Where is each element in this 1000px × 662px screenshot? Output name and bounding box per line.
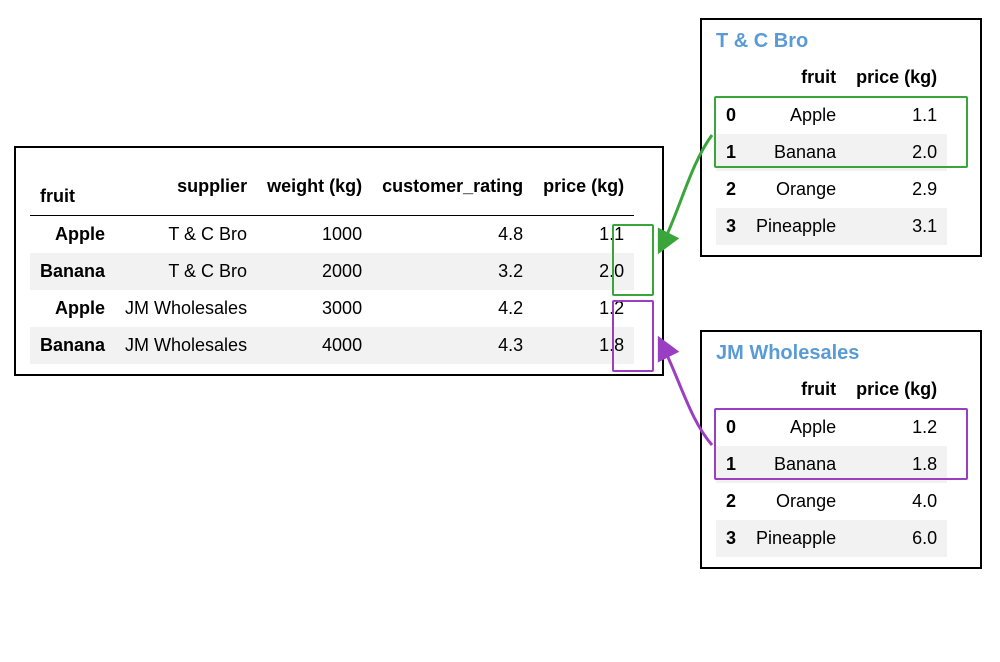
cell-price: 1.8 [846,446,947,483]
cell-fruit: Banana [746,446,846,483]
table-row: 3 Pineapple 6.0 [716,520,947,557]
main-table: fruit supplier weight (kg) customer_rati… [30,158,634,364]
main-table-panel: fruit supplier weight (kg) customer_rati… [14,146,664,376]
cell-weight: 4000 [257,327,372,364]
row-fruit: Banana [30,327,115,364]
col-fruit: fruit [746,371,846,409]
cell-rating: 4.2 [372,290,533,327]
cell-price: 3.1 [846,208,947,245]
supplier-table-jm: fruit price (kg) 0 Apple 1.2 1 Banana 1.… [716,371,947,557]
cell-supplier: JM Wholesales [115,327,257,364]
cell-price: 2.0 [846,134,947,171]
cell-rating: 4.3 [372,327,533,364]
supplier-title: JM Wholesales [716,342,966,365]
cell-fruit: Orange [746,171,846,208]
cell-price: 1.2 [533,290,634,327]
cell-fruit: Banana [746,134,846,171]
cell-weight: 3000 [257,290,372,327]
cell-price: 2.9 [846,171,947,208]
row-idx: 0 [716,409,746,447]
cell-price: 4.0 [846,483,947,520]
cell-price: 1.8 [533,327,634,364]
cell-rating: 3.2 [372,253,533,290]
cell-supplier: T & C Bro [115,253,257,290]
table-row: 1 Banana 2.0 [716,134,947,171]
cell-fruit: Orange [746,483,846,520]
cell-fruit: Apple [746,409,846,447]
cell-price: 1.1 [846,97,947,135]
cell-weight: 2000 [257,253,372,290]
row-fruit: Apple [30,290,115,327]
row-idx: 3 [716,208,746,245]
row-idx: 3 [716,520,746,557]
col-supplier: supplier [115,158,257,216]
cell-supplier: T & C Bro [115,216,257,254]
cell-supplier: JM Wholesales [115,290,257,327]
table-row: 2 Orange 2.9 [716,171,947,208]
col-price: price (kg) [846,371,947,409]
row-idx: 2 [716,171,746,208]
cell-rating: 4.8 [372,216,533,254]
cell-price: 1.1 [533,216,634,254]
table-row: 1 Banana 1.8 [716,446,947,483]
cell-fruit: Apple [746,97,846,135]
col-rating: customer_rating [372,158,533,216]
row-idx: 1 [716,134,746,171]
table-row: Apple JM Wholesales 3000 4.2 1.2 [30,290,634,327]
row-idx: 0 [716,97,746,135]
table-row: 2 Orange 4.0 [716,483,947,520]
col-fruit: fruit [746,59,846,97]
table-row: Apple T & C Bro 1000 4.8 1.1 [30,216,634,254]
row-idx: 2 [716,483,746,520]
table-row: 3 Pineapple 3.1 [716,208,947,245]
table-row: 0 Apple 1.2 [716,409,947,447]
supplier-title: T & C Bro [716,30,966,53]
index-label: fruit [30,158,115,216]
cell-price: 2.0 [533,253,634,290]
cell-fruit: Pineapple [746,208,846,245]
row-fruit: Banana [30,253,115,290]
supplier-table-tc: fruit price (kg) 0 Apple 1.1 1 Banana 2.… [716,59,947,245]
cell-weight: 1000 [257,216,372,254]
table-row: Banana JM Wholesales 4000 4.3 1.8 [30,327,634,364]
cell-fruit: Pineapple [746,520,846,557]
supplier-panel-jm: JM Wholesales fruit price (kg) 0 Apple 1… [700,330,982,569]
table-row: 0 Apple 1.1 [716,97,947,135]
col-price: price (kg) [533,158,634,216]
row-fruit: Apple [30,216,115,254]
row-idx: 1 [716,446,746,483]
col-price: price (kg) [846,59,947,97]
cell-price: 6.0 [846,520,947,557]
cell-price: 1.2 [846,409,947,447]
supplier-panel-tc: T & C Bro fruit price (kg) 0 Apple 1.1 1… [700,18,982,257]
table-row: Banana T & C Bro 2000 3.2 2.0 [30,253,634,290]
col-weight: weight (kg) [257,158,372,216]
